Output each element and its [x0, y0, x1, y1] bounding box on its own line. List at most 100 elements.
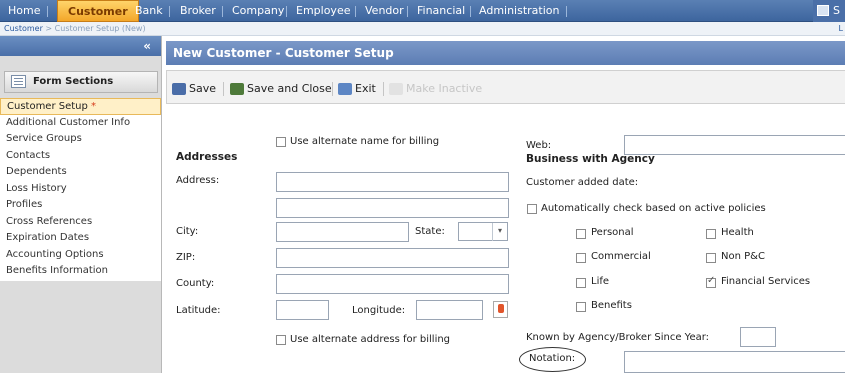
nav-administration[interactable]: Administration: [479, 0, 560, 22]
exit-button[interactable]: Exit: [337, 79, 376, 99]
exit-label: Exit: [355, 82, 376, 95]
nav-separator: [566, 6, 567, 17]
latitude-input[interactable]: [276, 300, 329, 320]
window-icon: [817, 5, 829, 16]
sidebar-item-contacts[interactable]: Contacts: [0, 148, 161, 165]
breadcrumb-right-link[interactable]: L: [839, 22, 843, 35]
life-checkbox[interactable]: [576, 278, 586, 288]
personal-label: Personal: [591, 227, 634, 238]
sidebar-item-cross-references[interactable]: Cross References: [0, 214, 161, 231]
save-and-close-icon: [230, 83, 244, 95]
required-marker: *: [91, 101, 97, 112]
county-label: County:: [176, 278, 215, 289]
notation-label: Notation:: [529, 353, 576, 364]
alt-address-billing-checkbox[interactable]: [276, 335, 286, 345]
sidebar-item-loss-history[interactable]: Loss History: [0, 181, 161, 198]
nav-separator: [355, 6, 356, 17]
sidebar-item-additional-customer-info[interactable]: Additional Customer Info: [0, 115, 161, 132]
nav-vendor[interactable]: Vendor: [365, 0, 404, 22]
nav-broker[interactable]: Broker: [180, 0, 216, 22]
longitude-label: Longitude:: [352, 305, 406, 316]
form-sections-list: Customer Setup * Additional Customer Inf…: [0, 98, 161, 281]
form-sections-title: Form Sections: [33, 76, 114, 87]
save-button[interactable]: Save: [171, 79, 216, 99]
zip-input[interactable]: [276, 248, 509, 268]
sidebar-item-service-groups[interactable]: Service Groups: [0, 131, 161, 148]
nav-employee[interactable]: Employee: [296, 0, 350, 22]
nav-home[interactable]: Home: [8, 0, 40, 22]
sidebar: « Form Sections Customer Setup * Additio…: [0, 36, 162, 373]
map-lookup-button[interactable]: [493, 301, 508, 318]
toolbar-separator: [332, 82, 333, 96]
exit-icon: [338, 83, 352, 95]
nav-separator: [169, 6, 170, 17]
breadcrumb: Customer > Customer Setup (New) L: [0, 22, 845, 36]
state-select[interactable]: ▾: [458, 222, 508, 241]
alt-name-billing-checkbox[interactable]: [276, 137, 286, 147]
nav-separator: [470, 6, 471, 17]
benefits-checkbox[interactable]: [576, 302, 586, 312]
toolbar: Save Save and Close Exit Make Inactive: [166, 70, 845, 104]
nav-bank[interactable]: Bank: [135, 0, 163, 22]
nav-right-label: S: [833, 4, 840, 17]
sidebar-item-expiration-dates[interactable]: Expiration Dates: [0, 230, 161, 247]
breadcrumb-link-customer[interactable]: Customer: [4, 24, 43, 33]
auto-check-label: Automatically check based on active poli…: [541, 203, 766, 214]
sidebar-item-dependents[interactable]: Dependents: [0, 164, 161, 181]
address-line2-input[interactable]: [276, 198, 509, 218]
county-input[interactable]: [276, 274, 509, 294]
known-since-year-input[interactable]: [740, 327, 776, 347]
health-label: Health: [721, 227, 754, 238]
nav-company[interactable]: Company: [232, 0, 284, 22]
sidebar-item-accounting-options[interactable]: Accounting Options: [0, 247, 161, 264]
business-with-agency-heading: Business with Agency: [526, 153, 655, 165]
top-nav: Home Customer Bank Broker Company Employ…: [0, 0, 845, 22]
financial-services-label: Financial Services: [721, 276, 811, 287]
nav-financial[interactable]: Financial: [417, 0, 465, 22]
alt-address-billing-label: Use alternate address for billing: [290, 334, 451, 345]
city-label: City:: [176, 226, 199, 237]
save-icon: [172, 83, 186, 95]
save-and-close-label: Save and Close: [247, 82, 332, 95]
nav-right-menu[interactable]: S: [813, 0, 845, 22]
health-checkbox[interactable]: [706, 229, 716, 239]
commercial-checkbox[interactable]: [576, 253, 586, 263]
make-inactive-label: Make Inactive: [406, 82, 483, 95]
personal-checkbox[interactable]: [576, 229, 586, 239]
sidebar-item-profiles[interactable]: Profiles: [0, 197, 161, 214]
map-pin-icon: [498, 304, 504, 313]
breadcrumb-current: Customer Setup (New): [54, 24, 146, 33]
longitude-input[interactable]: [416, 300, 483, 320]
form-icon: [11, 75, 26, 88]
auto-check-checkbox[interactable]: [527, 204, 537, 214]
sidebar-item-benefits-information[interactable]: Benefits Information: [0, 263, 161, 280]
financial-services-checkbox[interactable]: [706, 275, 716, 288]
save-label: Save: [189, 82, 217, 95]
web-input[interactable]: [624, 135, 845, 155]
state-label: State:: [415, 226, 445, 237]
zip-label: ZIP:: [176, 252, 196, 263]
save-and-close-button[interactable]: Save and Close: [229, 79, 332, 99]
address-label: Address:: [176, 175, 220, 186]
commercial-label: Commercial: [591, 251, 651, 262]
nav-separator: [286, 6, 287, 17]
web-label: Web:: [526, 140, 552, 151]
toolbar-separator: [223, 82, 224, 96]
city-input[interactable]: [276, 222, 409, 242]
make-inactive-button[interactable]: Make Inactive: [388, 79, 482, 99]
addresses-heading: Addresses: [176, 151, 238, 163]
life-label: Life: [591, 276, 610, 287]
make-inactive-icon: [389, 83, 403, 95]
address-line1-input[interactable]: [276, 172, 509, 192]
nav-customer[interactable]: Customer: [57, 0, 139, 22]
known-since-label: Known by Agency/Broker Since Year:: [526, 332, 710, 343]
page-title: New Customer - Customer Setup: [166, 41, 845, 65]
notation-input[interactable]: [624, 351, 845, 373]
nav-separator: [407, 6, 408, 17]
customer-setup-form: Use alternate name for billing Addresses…: [166, 107, 845, 373]
sidebar-collapse-button[interactable]: «: [0, 36, 161, 56]
form-sections-header: Form Sections: [4, 71, 158, 93]
sidebar-item-customer-setup[interactable]: Customer Setup *: [0, 98, 161, 115]
non-pc-checkbox[interactable]: [706, 253, 716, 263]
chevron-down-icon: ▾: [492, 223, 507, 241]
